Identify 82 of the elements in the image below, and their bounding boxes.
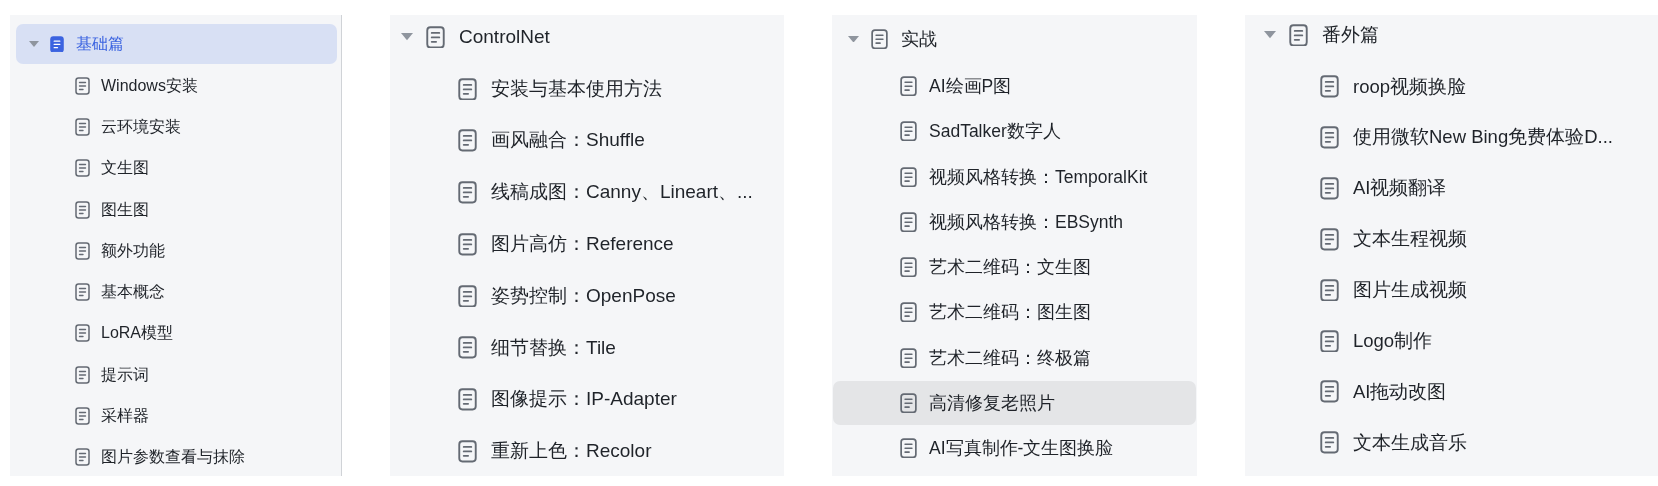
tree-node[interactable]: 番外篇 [1245,15,1658,55]
document-icon [458,181,477,204]
document-icon [1320,227,1339,251]
tree-item[interactable]: AI绘画P图 [833,64,1196,109]
tree-item[interactable]: 图生图 [16,188,337,231]
caret-icon[interactable] [1264,31,1276,39]
document-icon [75,407,90,425]
document-icon [458,129,477,153]
document-icon [1320,431,1339,455]
tree-item[interactable]: 文本生成音乐 [1245,417,1658,469]
tree-item[interactable]: 云环境安装 [16,106,337,148]
document-icon [458,232,477,256]
caret-icon[interactable] [29,41,39,47]
tree-item[interactable]: 采样器 [16,395,337,437]
document-icon [458,336,477,360]
tree-item[interactable]: 额外功能 [16,230,337,272]
document-icon [1320,380,1339,404]
document-icon [458,77,477,101]
document-icon [75,241,90,260]
document-icon [871,28,888,50]
document-icon [900,438,917,459]
tree-item[interactable]: 重新上色：Recolor [390,425,784,476]
caret-icon[interactable] [401,33,413,41]
document-icon [75,117,90,136]
tree-item[interactable]: 图像提示：IP-Adapter [390,373,784,426]
tree-item[interactable]: 艺术二维码：文生图 [833,245,1196,290]
document-icon [75,76,90,95]
document-icon [900,121,917,142]
tree-item[interactable]: AI写真制作-文生图换脸 [833,426,1196,471]
document-icon [900,347,917,368]
tree-item[interactable]: 文生图 [16,147,337,189]
tree-item[interactable]: 图片生成视频 [1245,264,1658,316]
tree-item[interactable]: 安装与基本使用方法 [390,63,784,115]
tree-node[interactable]: ControlNet [390,15,784,59]
document-icon [900,257,917,278]
tree-node[interactable]: 基础篇 [16,24,337,64]
document-icon [75,200,90,219]
tree-item[interactable]: Windows安装 [16,65,337,107]
tree-item[interactable]: AI视频翻译 [1245,162,1658,214]
document-icon [1320,176,1339,200]
document-icon [1320,329,1339,353]
document-icon [900,166,917,187]
tree-node[interactable]: 实战 [833,15,1196,63]
document-icon [75,324,90,343]
tree-item[interactable]: 图片参数查看与抹除 [16,436,337,476]
tree-item[interactable]: 视频风格转换：EBSynth [833,200,1196,244]
document-icon [1320,125,1339,149]
tree-item[interactable]: roop视频换脸 [1245,61,1658,112]
document-icon [900,76,917,97]
document-icon [458,440,477,463]
document-icon [426,25,445,49]
tree-item[interactable]: AI拖动改图 [1245,366,1658,418]
tree-item[interactable]: SadTalker数字人 [833,109,1196,154]
document-icon [458,388,477,412]
tree-item[interactable]: 使用微软New Bing免费体验D... [1245,111,1658,163]
tree-item[interactable]: LoRA模型 [16,312,337,355]
tree-item[interactable]: 细节替换：Tile [390,322,784,374]
tree-item[interactable]: 文本生程视频 [1245,213,1658,265]
document-icon [50,35,64,53]
caret-icon[interactable] [848,35,859,43]
document-icon [900,302,917,323]
document-icon [75,159,90,178]
document-icon [1320,75,1339,98]
tree-item[interactable]: 线稿成图：Canny、Lineart、... [390,166,784,219]
document-icon [1289,23,1308,47]
tree-item[interactable]: 图片高仿：Reference [390,218,784,271]
tree-item[interactable]: 视频风格转换：TemporalKit [833,154,1196,199]
tree-item[interactable]: 高清修复老照片 [833,381,1196,425]
tree-item[interactable]: Logo制作 [1245,315,1658,367]
tree-item[interactable]: 提示词 [16,354,337,396]
tree-item[interactable]: 画风融合：Shuffle [390,114,784,167]
document-icon [75,283,90,302]
document-icon [458,284,477,308]
document-icon [75,365,90,384]
document-icon [900,392,917,414]
document-icon [75,448,90,467]
document-icon [900,211,917,233]
tree-item[interactable]: 基本概念 [16,271,337,313]
tree-item[interactable]: 艺术二维码：图生图 [833,290,1196,335]
tree-item[interactable]: 艺术二维码：终极篇 [833,335,1196,380]
tree-item[interactable]: 姿势控制：OpenPose [390,270,784,322]
document-icon [1320,278,1339,302]
